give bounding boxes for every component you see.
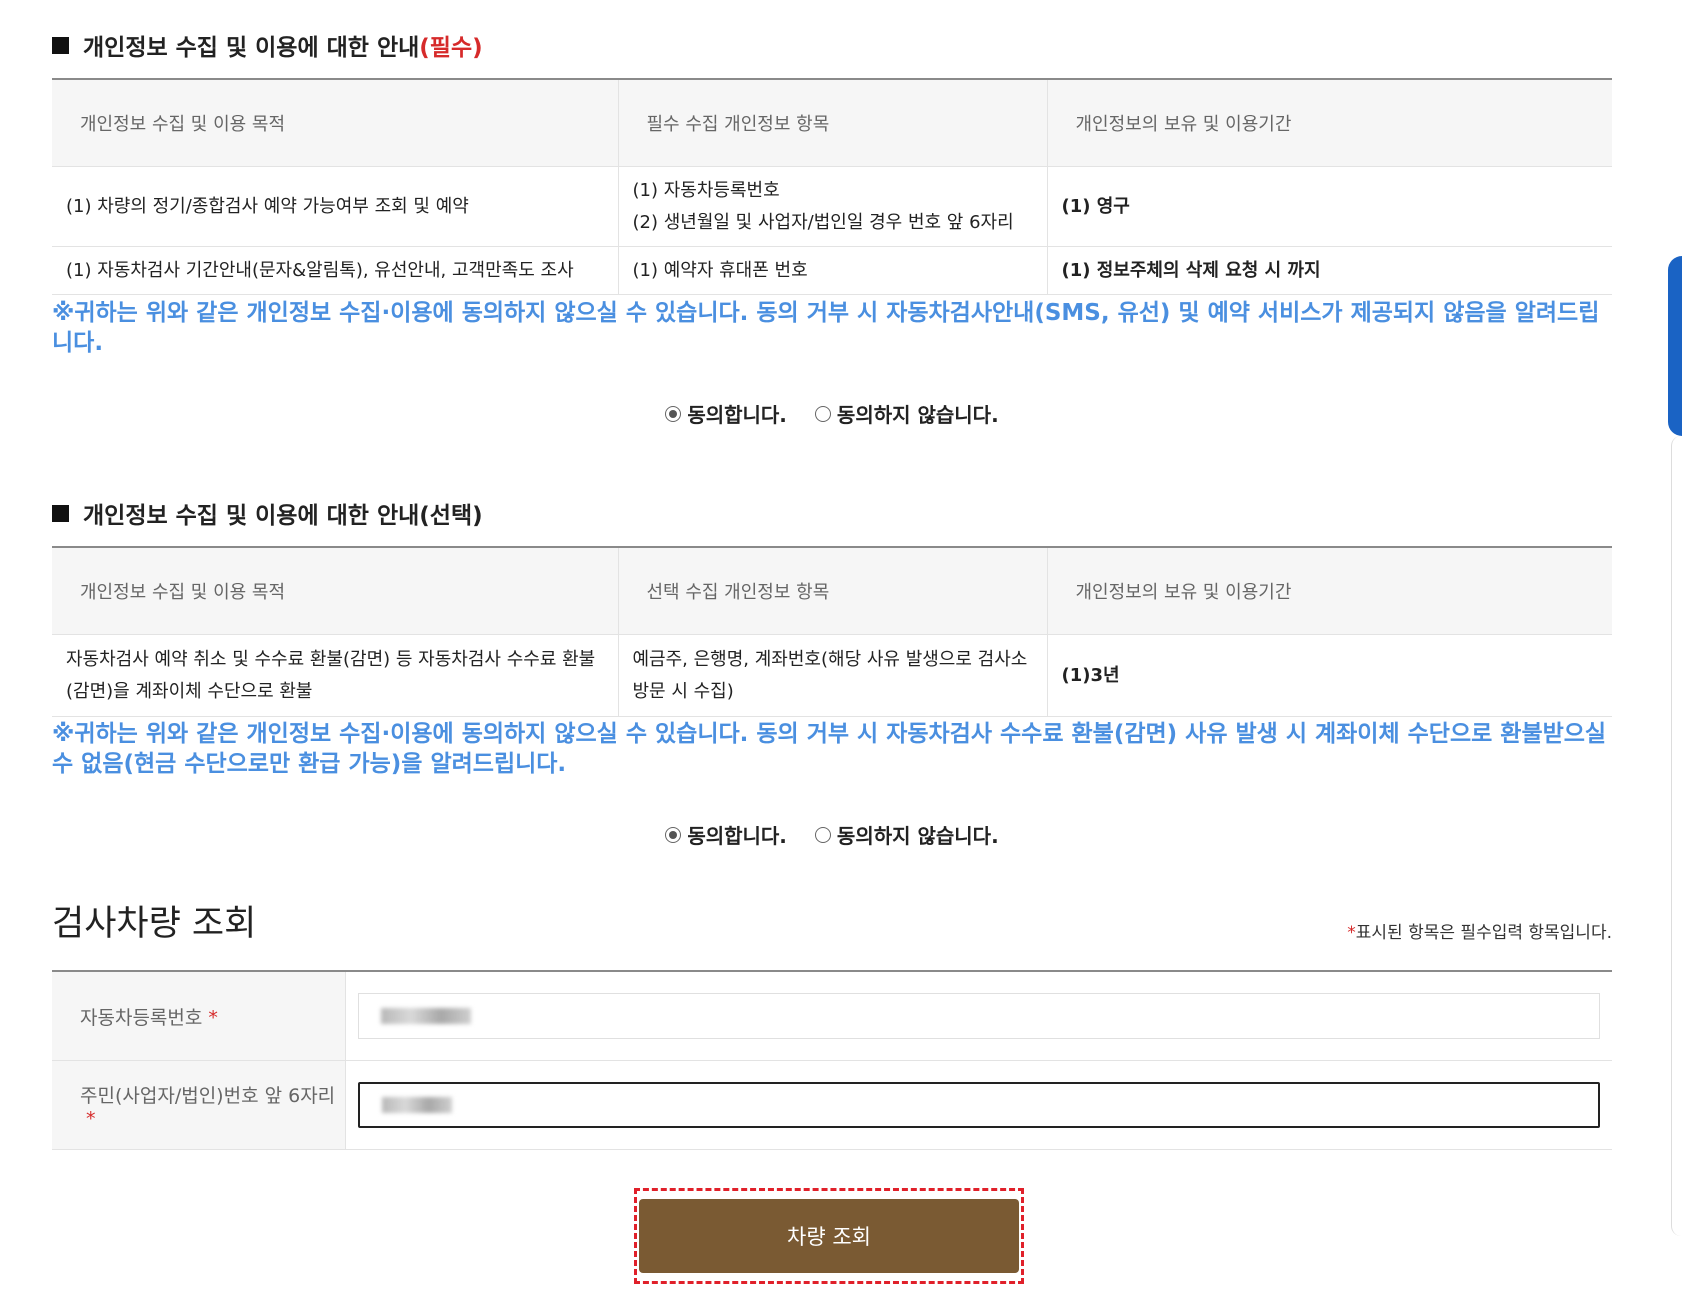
agree-radio[interactable]: 동의합니다. bbox=[665, 820, 787, 849]
header-items: 필수 수집 개인정보 항목 bbox=[617, 78, 1047, 167]
optional-info-table: 개인정보 수집 및 이용 목적 선택 수집 개인정보 항목 개인정보의 보유 및… bbox=[52, 546, 1612, 717]
disagree-label: 동의하지 않습니다. bbox=[836, 403, 999, 427]
header-purpose: 개인정보 수집 및 이용 목적 bbox=[52, 78, 618, 167]
agree-label: 동의합니다. bbox=[687, 824, 787, 848]
item-line: (1) 자동차등록번호 bbox=[632, 179, 780, 201]
required-star: * bbox=[1347, 923, 1356, 943]
items-cell: 예금주, 은행명, 계좌번호(해당 사유 발생으로 검사소 방문 시 수집) bbox=[617, 634, 1047, 717]
radio-unchecked-icon[interactable] bbox=[814, 826, 831, 843]
purpose-cell: (1) 자동차검사 기간안내(문자&알림톡), 유선안내, 고객만족도 조사 bbox=[52, 246, 618, 295]
field-label-text: 주민(사업자/법인)번호 앞 6자리 bbox=[80, 1084, 336, 1107]
agree-radio[interactable]: 동의합니다. bbox=[665, 399, 787, 428]
period-cell: (1) 영구 bbox=[1046, 166, 1612, 247]
disagree-label: 동의하지 않습니다. bbox=[836, 824, 999, 848]
header-items: 선택 수집 개인정보 항목 bbox=[617, 546, 1047, 635]
square-bullet-icon bbox=[52, 504, 69, 522]
consent-radio-group: 동의합니다. 동의하지 않습니다. bbox=[52, 820, 1612, 849]
page-title: 검사차량 조회 bbox=[52, 904, 257, 944]
vehicle-search-form: 자동차등록번호 * 주민(사업자/법인)번호 앞 6자리* bbox=[52, 970, 1612, 1150]
table-row: (1) 차량의 정기/종합검사 예약 가능여부 조회 및 예약 (1) 자동차등… bbox=[52, 166, 1612, 247]
consent-radio-group: 동의합니다. 동의하지 않습니다. bbox=[52, 399, 1612, 428]
header-period: 개인정보의 보유 및 이용기간 bbox=[1046, 78, 1612, 167]
scrollbar-track[interactable] bbox=[1671, 436, 1682, 1236]
section-title-optional: 개인정보 수집 및 이용에 대한 안내(선택) bbox=[52, 496, 483, 530]
disagree-radio[interactable]: 동의하지 않습니다. bbox=[814, 820, 999, 849]
agree-label: 동의합니다. bbox=[687, 403, 787, 427]
consent-notice: ※귀하는 위와 같은 개인정보 수집·이용에 동의하지 않으실 수 있습니다. … bbox=[52, 300, 1600, 356]
table-row: (1) 자동차검사 기간안내(문자&알림톡), 유선안내, 고객만족도 조사 (… bbox=[52, 246, 1612, 295]
purpose-cell: 자동차검사 예약 취소 및 수수료 환불(감면) 등 자동차검사 수수료 환불(… bbox=[52, 634, 618, 717]
vehicle-search-button[interactable]: 차량 조회 bbox=[639, 1199, 1019, 1273]
section-title-required: 개인정보 수집 및 이용에 대한 안내 (필수) bbox=[52, 28, 483, 62]
disagree-radio[interactable]: 동의하지 않습니다. bbox=[814, 399, 999, 428]
table-row: 자동차검사 예약 취소 및 수수료 환불(감면) 등 자동차검사 수수료 환불(… bbox=[52, 634, 1612, 717]
registration-number-input[interactable] bbox=[358, 993, 1600, 1039]
header-purpose: 개인정보 수집 및 이용 목적 bbox=[52, 546, 618, 635]
required-tag: (필수) bbox=[419, 35, 483, 61]
header-period: 개인정보의 보유 및 이용기간 bbox=[1046, 546, 1612, 635]
radio-unchecked-icon[interactable] bbox=[814, 405, 831, 422]
side-scroll-tab[interactable] bbox=[1668, 256, 1682, 436]
field-label-text: 자동차등록번호 bbox=[80, 1006, 203, 1029]
period-cell: (1)3년 bbox=[1046, 634, 1612, 717]
required-info-table: 개인정보 수집 및 이용 목적 필수 수집 개인정보 항목 개인정보의 보유 및… bbox=[52, 78, 1612, 295]
field-label: 주민(사업자/법인)번호 앞 6자리* bbox=[52, 1060, 346, 1150]
section-title-text: 개인정보 수집 및 이용에 대한 안내 bbox=[83, 35, 420, 61]
field-label: 자동차등록번호 * bbox=[52, 970, 346, 1061]
id-number-input[interactable] bbox=[358, 1082, 1600, 1128]
section-title-text: 개인정보 수집 및 이용에 대한 안내(선택) bbox=[83, 503, 483, 529]
square-bullet-icon bbox=[52, 36, 69, 54]
consent-notice: ※귀하는 위와 같은 개인정보 수집·이용에 동의하지 않으실 수 있습니다. … bbox=[52, 721, 1607, 777]
item-line: (2) 생년월일 및 사업자/법인일 경우 번호 앞 6자리 bbox=[632, 211, 1014, 233]
required-note-text: 표시된 항목은 필수입력 항목입니다. bbox=[1355, 923, 1612, 943]
period-cell: (1) 정보주체의 삭제 요청 시 까지 bbox=[1046, 246, 1612, 295]
radio-checked-icon[interactable] bbox=[665, 405, 682, 422]
required-note: *표시된 항목은 필수입력 항목입니다. bbox=[1347, 918, 1612, 943]
masked-value bbox=[382, 1097, 452, 1113]
radio-checked-icon[interactable] bbox=[665, 826, 682, 843]
required-star: * bbox=[208, 1006, 218, 1029]
required-star: * bbox=[86, 1107, 96, 1130]
purpose-cell: (1) 차량의 정기/종합검사 예약 가능여부 조회 및 예약 bbox=[52, 166, 618, 247]
masked-value bbox=[381, 1008, 471, 1024]
items-cell: (1) 예약자 휴대폰 번호 bbox=[617, 246, 1047, 295]
items-cell: (1) 자동차등록번호 (2) 생년월일 및 사업자/법인일 경우 번호 앞 6… bbox=[617, 166, 1047, 247]
search-button-highlight: 차량 조회 bbox=[634, 1188, 1024, 1284]
